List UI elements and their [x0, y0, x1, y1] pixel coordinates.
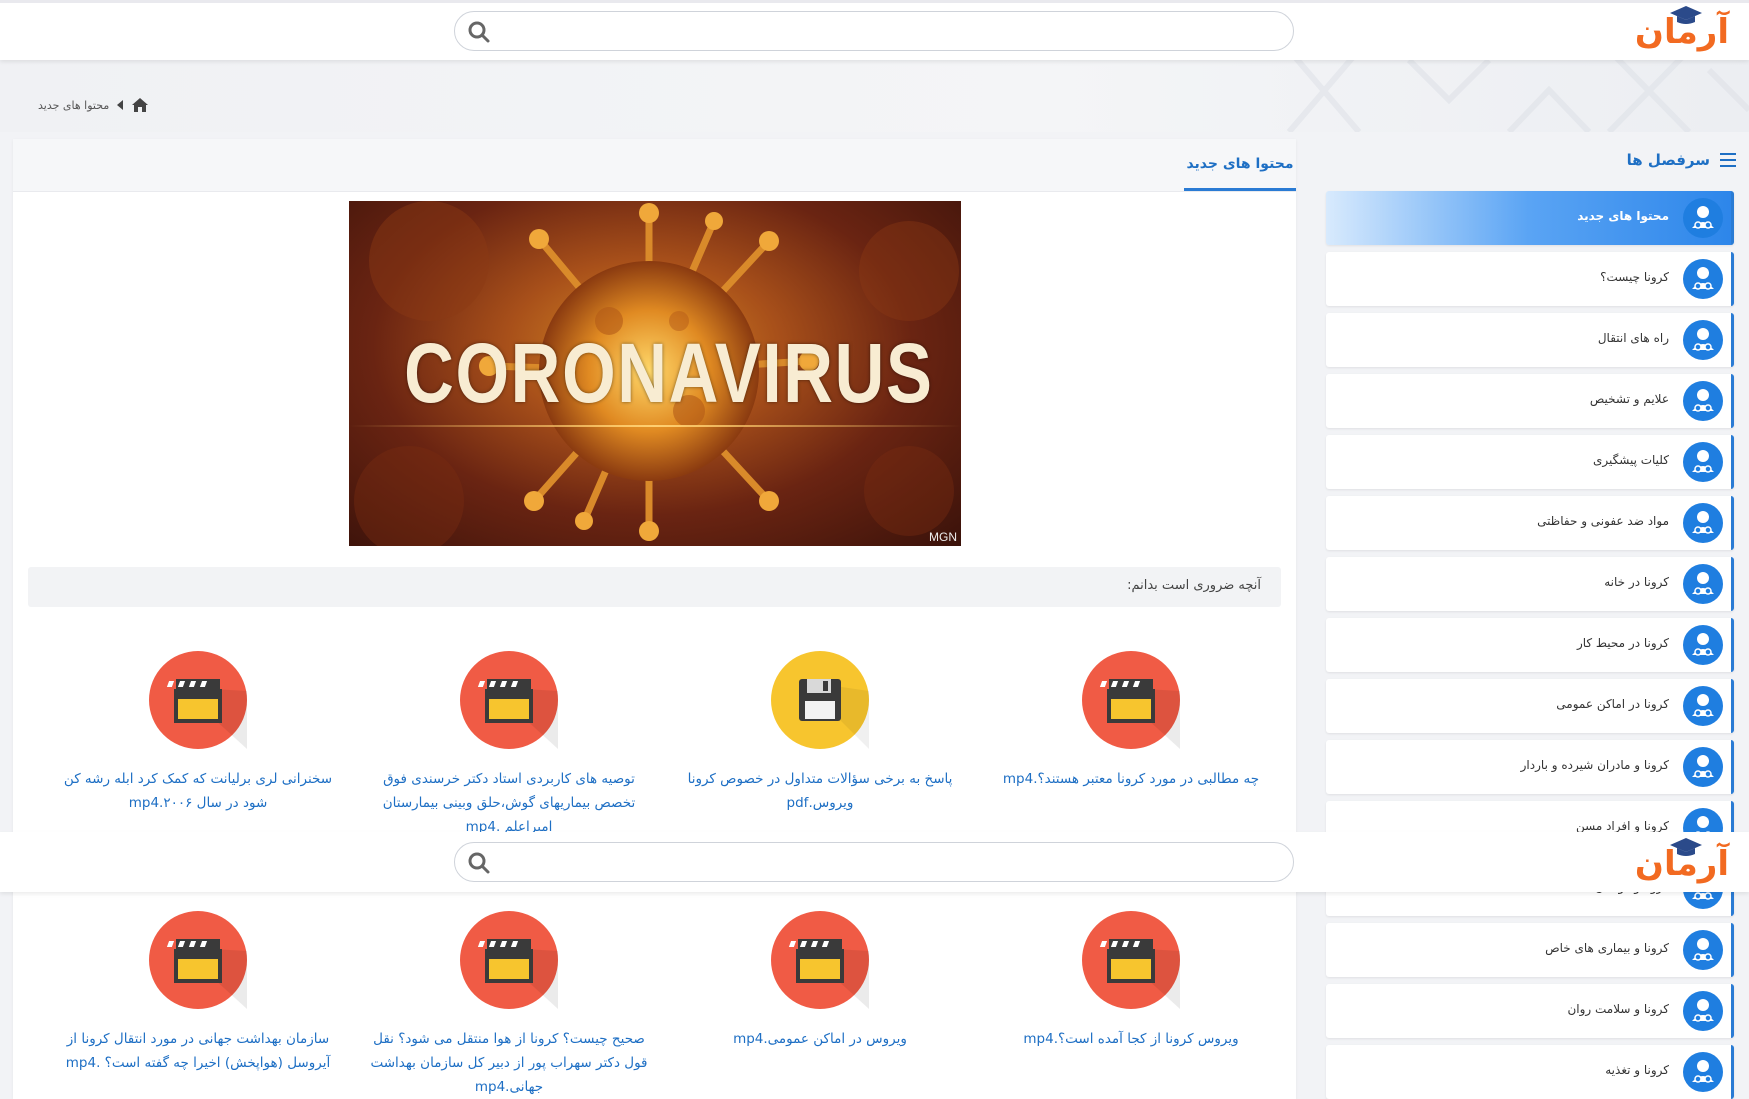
sidebar-item-label: کرونا و تغذیه — [1605, 1063, 1669, 1077]
content-item-title[interactable]: توصیه های کاربردی استاد دکتر خرسندی فوق … — [364, 767, 654, 839]
hero-image: CORONAVIRUS MGN — [349, 201, 961, 546]
sidebar-item-label: محتوا های جدید — [1577, 209, 1669, 223]
chevron-left-icon — [117, 100, 124, 110]
user-group-icon — [1683, 747, 1723, 787]
content-item-title[interactable]: ویروس کرونا از کجا آمده است؟.mp4 — [986, 1027, 1276, 1051]
user-group-icon — [1683, 930, 1723, 970]
search-icon[interactable] — [467, 20, 491, 44]
sidebar-item[interactable]: راه های انتقال — [1326, 313, 1734, 367]
user-group-icon — [1683, 381, 1723, 421]
sidebar-item-label: کرونا و مادران شیرده و باردار — [1520, 758, 1669, 772]
page-banner — [0, 60, 1749, 132]
sidebar-item[interactable]: کرونا چیست؟ — [1326, 252, 1734, 306]
breadcrumb-current[interactable]: محتوا های جدید — [38, 99, 109, 112]
notice-text: آنچه ضروری است بدانم: — [1127, 578, 1261, 593]
user-group-icon — [1683, 320, 1723, 360]
content-panel: محتوا های جدید CORONAVIRUS MGN آنچه ضرور… — [13, 139, 1296, 1099]
content-item-title[interactable]: صحیح چیست؟ کرونا از هوا منتقل می شود؟ نق… — [364, 1027, 654, 1099]
site-header: آرمان — [0, 0, 1749, 60]
content-item-title[interactable]: سازمان بهداشت جهانی در مورد انتقال کرونا… — [53, 1027, 343, 1075]
banner-pattern — [1286, 60, 1749, 132]
search-icon[interactable] — [467, 851, 491, 875]
sidebar-item-label: کرونا در محیط کار — [1576, 636, 1669, 650]
clapperboard-icon[interactable] — [771, 911, 869, 1009]
clapperboard-icon[interactable] — [149, 651, 247, 749]
sidebar-heading-text: سرفصل ها — [1626, 151, 1710, 169]
sidebar-item[interactable]: کرونا و مادران شیرده و باردار — [1326, 740, 1734, 794]
user-group-icon — [1683, 259, 1723, 299]
clapperboard-icon[interactable] — [1082, 651, 1180, 749]
graduation-cap-icon — [1670, 838, 1702, 856]
user-group-icon — [1683, 625, 1723, 665]
user-group-icon — [1683, 686, 1723, 726]
content-item-title[interactable]: سخنرانی لری برلیانت که کمک کرد ابله رشه … — [53, 767, 343, 815]
header-topline — [0, 0, 1749, 3]
sidebar-item[interactable]: کرونا و سلامت روان — [1326, 984, 1734, 1038]
user-group-icon — [1683, 503, 1723, 543]
sidebar-item[interactable]: کرونا در محیط کار — [1326, 618, 1734, 672]
user-group-icon — [1683, 1052, 1723, 1092]
hero-flare — [349, 425, 961, 427]
search-input-sticky[interactable] — [505, 849, 1269, 877]
notice-bar: آنچه ضروری است بدانم: — [28, 567, 1281, 607]
graduation-cap-icon — [1670, 6, 1702, 24]
floppy-disk-icon[interactable] — [771, 651, 869, 749]
breadcrumb: محتوا های جدید — [38, 96, 149, 114]
search-input[interactable] — [505, 18, 1269, 46]
user-group-icon — [1683, 991, 1723, 1031]
content-item-title[interactable]: پاسخ به برخی سؤالات متداول در خصوص کرونا… — [675, 767, 965, 815]
search-box[interactable] — [454, 11, 1294, 51]
content-item-title[interactable]: چه مطالبی در مورد کرونا معتبر هستند؟.mp4 — [986, 767, 1276, 791]
search-box-sticky[interactable] — [454, 842, 1294, 882]
user-group-icon — [1683, 564, 1723, 604]
content-item-title[interactable]: ویروس در اماکن عمومی.mp4 — [675, 1027, 965, 1051]
sidebar-item-label: کرونا در اماکن عمومی — [1556, 697, 1669, 711]
hero-title: CORONAVIRUS — [404, 326, 934, 420]
sidebar-item-label: کرونا و افراد مسن — [1576, 819, 1669, 833]
sidebar-item[interactable]: علایم و تشخیص — [1326, 374, 1734, 428]
clapperboard-icon[interactable] — [460, 651, 558, 749]
home-icon[interactable] — [131, 97, 149, 113]
user-group-icon — [1683, 442, 1723, 482]
sidebar-item[interactable]: کرونا و تغذیه — [1326, 1045, 1734, 1099]
sidebar-item-label: مواد ضد عفونی و حفاظتی — [1537, 514, 1669, 528]
sidebar-item-label: کرونا و بیماری های خاص — [1545, 941, 1669, 955]
tab-bar: محتوا های جدید — [13, 139, 1296, 192]
sidebar-item[interactable]: کرونا در اماکن عمومی — [1326, 679, 1734, 733]
sidebar-item-label: کرونا در خانه — [1604, 575, 1669, 589]
sidebar-item[interactable]: کرونا در خانه — [1326, 557, 1734, 611]
tab-new-content[interactable]: محتوا های جدید — [1184, 139, 1296, 191]
sidebar-item[interactable]: مواد ضد عفونی و حفاظتی — [1326, 496, 1734, 550]
user-group-icon — [1683, 198, 1723, 238]
sidebar-heading: سرفصل ها — [1627, 149, 1736, 171]
sidebar-item-label: کرونا چیست؟ — [1600, 270, 1669, 284]
site-header-sticky: آرمان — [0, 832, 1749, 892]
hero-credit: MGN — [929, 530, 957, 544]
sidebar-item-label: علایم و تشخیص — [1589, 392, 1669, 406]
clapperboard-icon[interactable] — [460, 911, 558, 1009]
sidebar-item-label: راه های انتقال — [1597, 331, 1669, 345]
sidebar-item-label: کلیات پیشگیری — [1592, 453, 1669, 467]
sidebar-item-label: کرونا و سلامت روان — [1567, 1002, 1669, 1016]
sidebar: سرفصل ها محتوا های جدید کرونا چیست؟ راه ها… — [1326, 139, 1736, 1099]
site-logo[interactable]: آرمان — [1635, 4, 1730, 58]
site-logo-sticky[interactable]: آرمان — [1635, 836, 1730, 890]
clapperboard-icon[interactable] — [149, 911, 247, 1009]
sidebar-item[interactable]: کلیات پیشگیری — [1326, 435, 1734, 489]
sidebar-item[interactable]: محتوا های جدید — [1326, 191, 1734, 245]
sidebar-item[interactable]: کرونا و بیماری های خاص — [1326, 923, 1734, 977]
clapperboard-icon[interactable] — [1082, 911, 1180, 1009]
hamburger-menu-icon — [1720, 153, 1736, 167]
